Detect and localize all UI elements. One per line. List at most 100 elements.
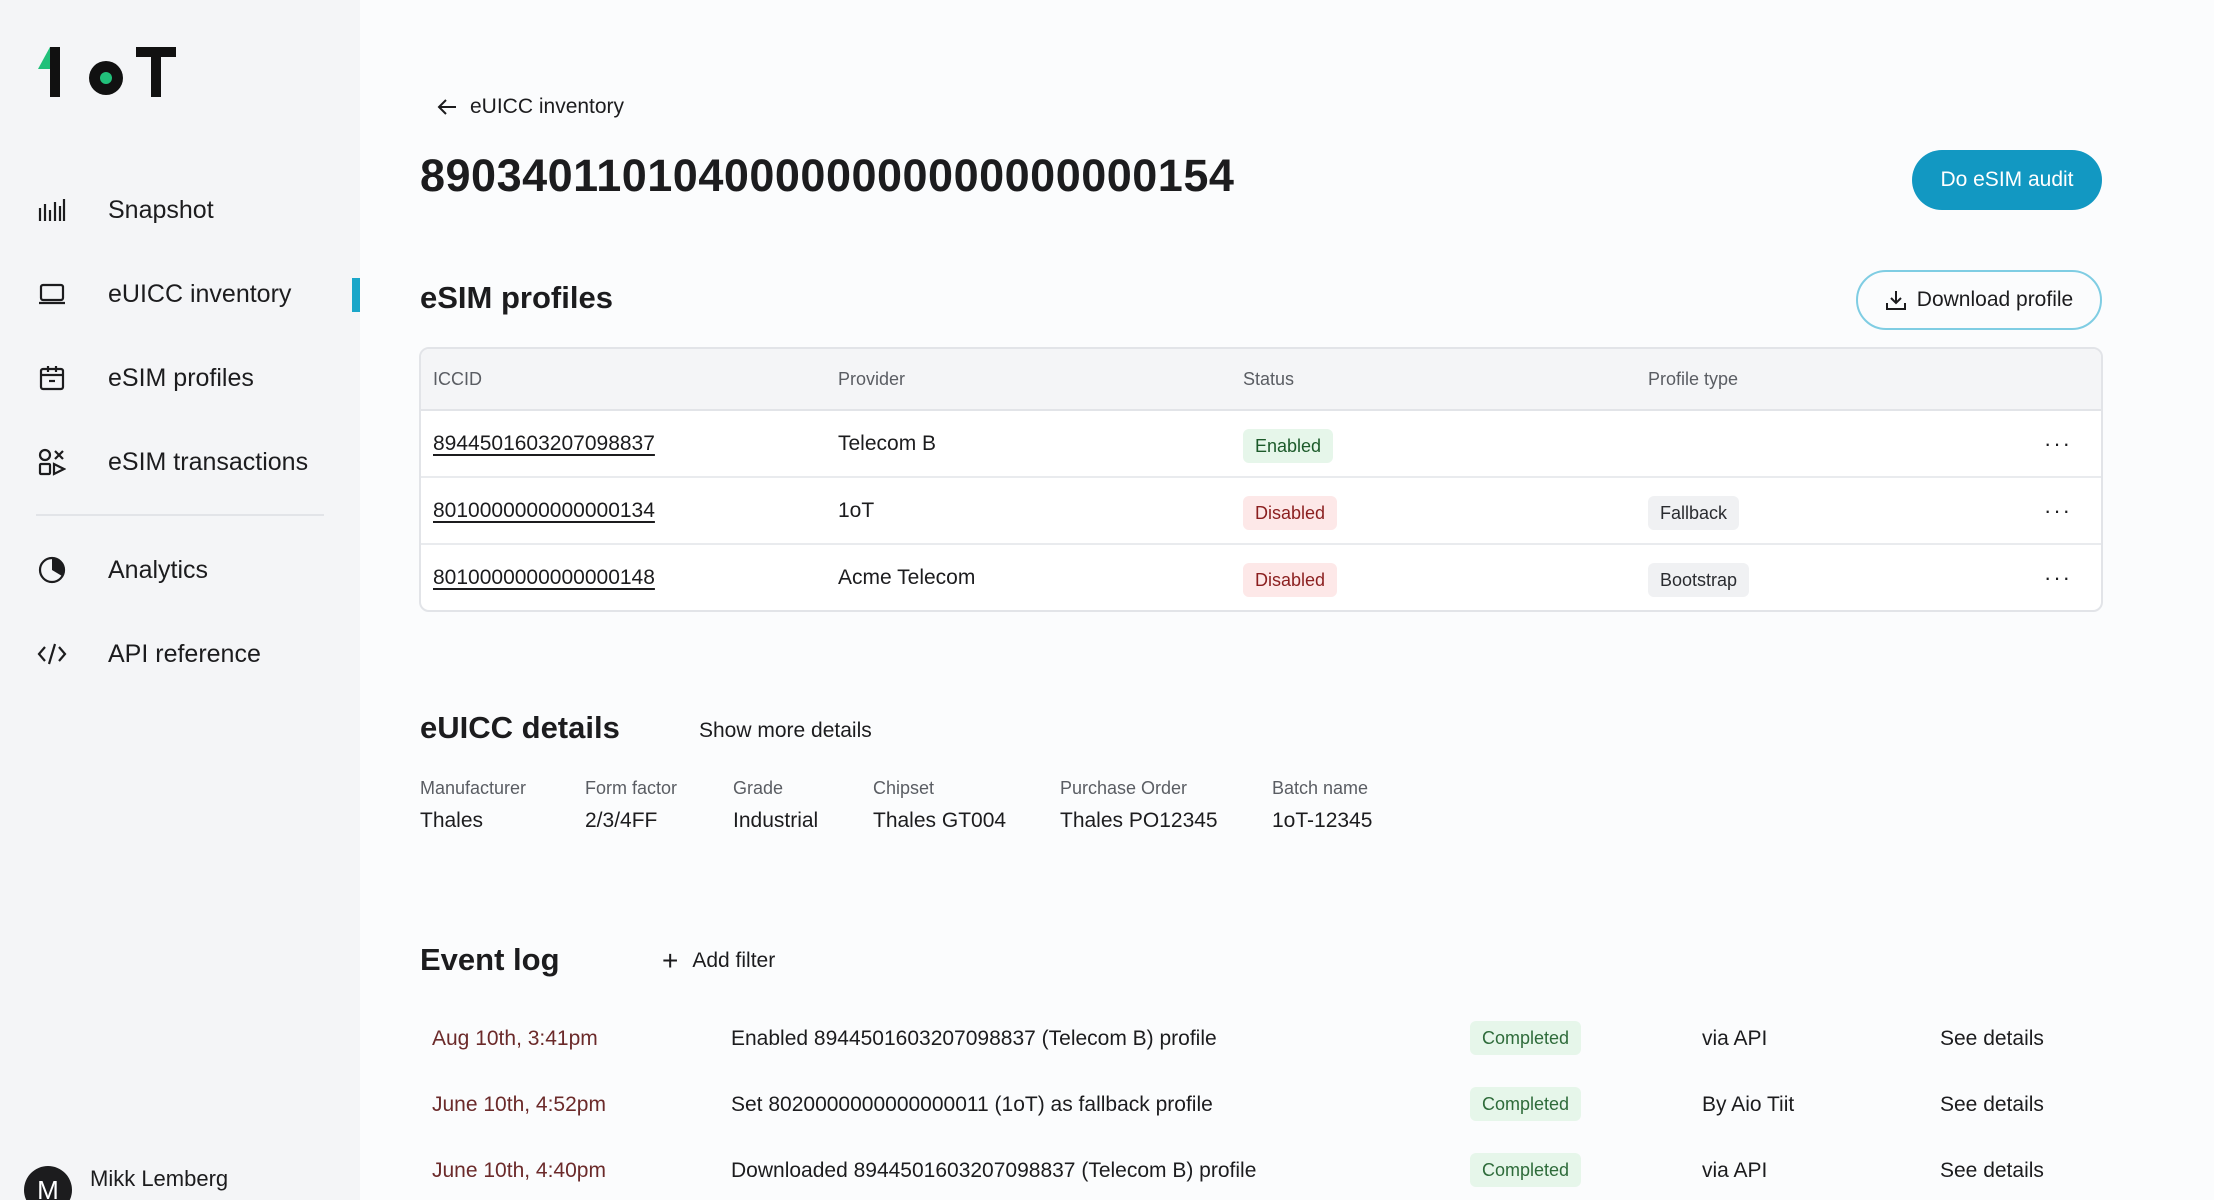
sidebar-item-esim-profiles[interactable]: eSIM profiles <box>36 350 360 406</box>
more-options-icon[interactable]: ··· <box>2041 496 2075 526</box>
sim-box-icon <box>36 362 68 394</box>
event-log-title: Event log <box>420 942 560 977</box>
active-indicator <box>352 278 360 312</box>
provider-cell: Acme Telecom <box>838 566 976 589</box>
event-date: June 10th, 4:40pm <box>432 1159 606 1182</box>
table-header: ICCID Provider Status Profile type <box>421 349 2101 411</box>
event-status-badge: Completed <box>1470 1153 1582 1187</box>
sidebar-item-esim-transactions[interactable]: eSIM transactions <box>36 434 360 490</box>
sidebar: Snapshot eUICC inventory eSIM profiles e… <box>0 0 360 1200</box>
more-options-icon[interactable]: ··· <box>2041 429 2075 459</box>
laptop-icon <box>36 278 68 310</box>
more-options-icon[interactable]: ··· <box>2041 563 2075 593</box>
sidebar-item-label: eSIM profiles <box>108 363 254 392</box>
column-header-status: Status <box>1243 369 1295 389</box>
euicc-details-title: eUICC details <box>420 710 620 745</box>
event-source: via API <box>1702 1159 1768 1182</box>
profile-type-badge: Fallback <box>1648 496 1740 530</box>
iccid-link[interactable]: 8010000000000000134 <box>433 499 655 523</box>
brand-logo[interactable] <box>36 45 178 101</box>
nav-divider <box>36 514 324 516</box>
event-row: Aug 10th, 3:41pm Enabled 894450160320709… <box>360 1021 2214 1067</box>
detail-label: Purchase Order <box>1060 778 1188 798</box>
detail-label: Grade <box>733 778 784 798</box>
event-source: By Aio Tiit <box>1702 1093 1795 1116</box>
transactions-icon <box>36 446 68 478</box>
add-filter-button[interactable]: + Add filter <box>662 947 775 975</box>
event-description: Set 8020000000000000011 (1oT) as fallbac… <box>731 1093 1213 1116</box>
detail-label: Chipset <box>873 778 935 798</box>
avatar[interactable]: M <box>24 1166 72 1200</box>
event-source: via API <box>1702 1027 1768 1050</box>
iccid-link[interactable]: 8944501603207098837 <box>433 432 655 456</box>
see-details-link[interactable]: See details <box>1940 1027 2044 1051</box>
detail-chipset: Chipset Thales GT004 <box>873 778 1006 833</box>
profiles-table: ICCID Provider Status Profile type 89445… <box>419 347 2103 612</box>
code-icon <box>36 638 68 670</box>
detail-manufacturer: Manufacturer Thales <box>420 778 526 833</box>
sidebar-item-label: API reference <box>108 639 261 668</box>
event-description: Enabled 8944501603207098837 (Telecom B) … <box>731 1027 1217 1050</box>
column-header-profile-type: Profile type <box>1648 369 1739 389</box>
profile-type-badge: Bootstrap <box>1648 563 1750 597</box>
user-name: Mikk Lemberg <box>90 1166 229 1191</box>
download-icon <box>1885 291 1906 310</box>
event-status-badge: Completed <box>1470 1021 1582 1055</box>
event-date: June 10th, 4:52pm <box>432 1093 606 1116</box>
detail-label: Form factor <box>585 778 678 798</box>
column-header-iccid: ICCID <box>433 369 482 389</box>
sidebar-item-label: eUICC inventory <box>108 279 292 308</box>
table-row: 8010000000000000148 Acme Telecom Disable… <box>421 545 2101 610</box>
page-title: 89034011010400000000000000000154 <box>420 150 1235 201</box>
detail-value: Thales GT004 <box>873 809 1007 832</box>
column-header-provider: Provider <box>838 369 906 389</box>
event-date: Aug 10th, 3:41pm <box>432 1027 598 1050</box>
detail-batch-name: Batch name 1oT-12345 <box>1272 778 1372 833</box>
sidebar-item-label: eSIM transactions <box>108 447 309 476</box>
event-status-badge: Completed <box>1470 1087 1582 1121</box>
add-filter-label: Add filter <box>692 949 776 972</box>
event-row: June 10th, 4:40pm Downloaded 89445016032… <box>360 1153 2214 1199</box>
sidebar-item-snapshot[interactable]: Snapshot <box>36 182 360 238</box>
plus-icon: + <box>662 945 679 976</box>
table-row: 8010000000000000134 1oT Disabled Fallbac… <box>421 478 2101 545</box>
sidebar-item-analytics[interactable]: Analytics <box>36 542 360 598</box>
esim-audit-button[interactable]: Do eSIM audit <box>1912 150 2102 210</box>
detail-grade: Grade Industrial <box>733 778 818 833</box>
back-link-label: eUICC inventory <box>470 95 625 118</box>
app-window: Snapshot eUICC inventory eSIM profiles e… <box>0 0 2214 1200</box>
show-more-details-link[interactable]: Show more details <box>699 719 872 743</box>
detail-label: Manufacturer <box>420 778 527 798</box>
detail-label: Batch name <box>1272 778 1369 798</box>
download-profile-button[interactable]: Download profile <box>1856 270 2102 330</box>
sidebar-item-label: Snapshot <box>108 195 214 224</box>
provider-cell: 1oT <box>838 499 875 522</box>
sidebar-item-euicc-inventory[interactable]: eUICC inventory <box>36 266 360 322</box>
event-row: June 10th, 4:52pm Set 802000000000000001… <box>360 1087 2214 1133</box>
iccid-link[interactable]: 8010000000000000148 <box>433 566 655 590</box>
status-badge: Disabled <box>1243 496 1338 530</box>
pie-chart-icon <box>36 554 68 586</box>
detail-purchase-order: Purchase Order Thales PO12345 <box>1060 778 1218 833</box>
back-link[interactable]: eUICC inventory <box>436 95 624 119</box>
detail-form-factor: Form factor 2/3/4FF <box>585 778 677 833</box>
arrow-left-icon <box>437 99 456 115</box>
provider-cell: Telecom B <box>838 432 937 455</box>
detail-value: Thales <box>420 809 484 832</box>
table-row: 8944501603207098837 Telecom B Enabled ··… <box>421 411 2101 478</box>
download-profile-label: Download profile <box>1916 288 2074 311</box>
main-content: eUICC inventory 890340110104000000000000… <box>360 0 2214 1200</box>
status-badge: Disabled <box>1243 563 1338 597</box>
detail-value: Industrial <box>733 809 819 832</box>
detail-value: 1oT-12345 <box>1272 809 1373 832</box>
event-description: Downloaded 8944501603207098837 (Telecom … <box>731 1159 1257 1182</box>
status-badge: Enabled <box>1243 429 1334 463</box>
sidebar-item-api-reference[interactable]: API reference <box>36 626 360 682</box>
bar-chart-icon <box>36 194 68 226</box>
detail-value: Thales PO12345 <box>1060 809 1218 832</box>
see-details-link[interactable]: See details <box>1940 1159 2044 1183</box>
profiles-section-title: eSIM profiles <box>420 280 613 315</box>
detail-value: 2/3/4FF <box>585 809 658 832</box>
see-details-link[interactable]: See details <box>1940 1093 2044 1117</box>
sidebar-item-label: Analytics <box>108 555 209 584</box>
